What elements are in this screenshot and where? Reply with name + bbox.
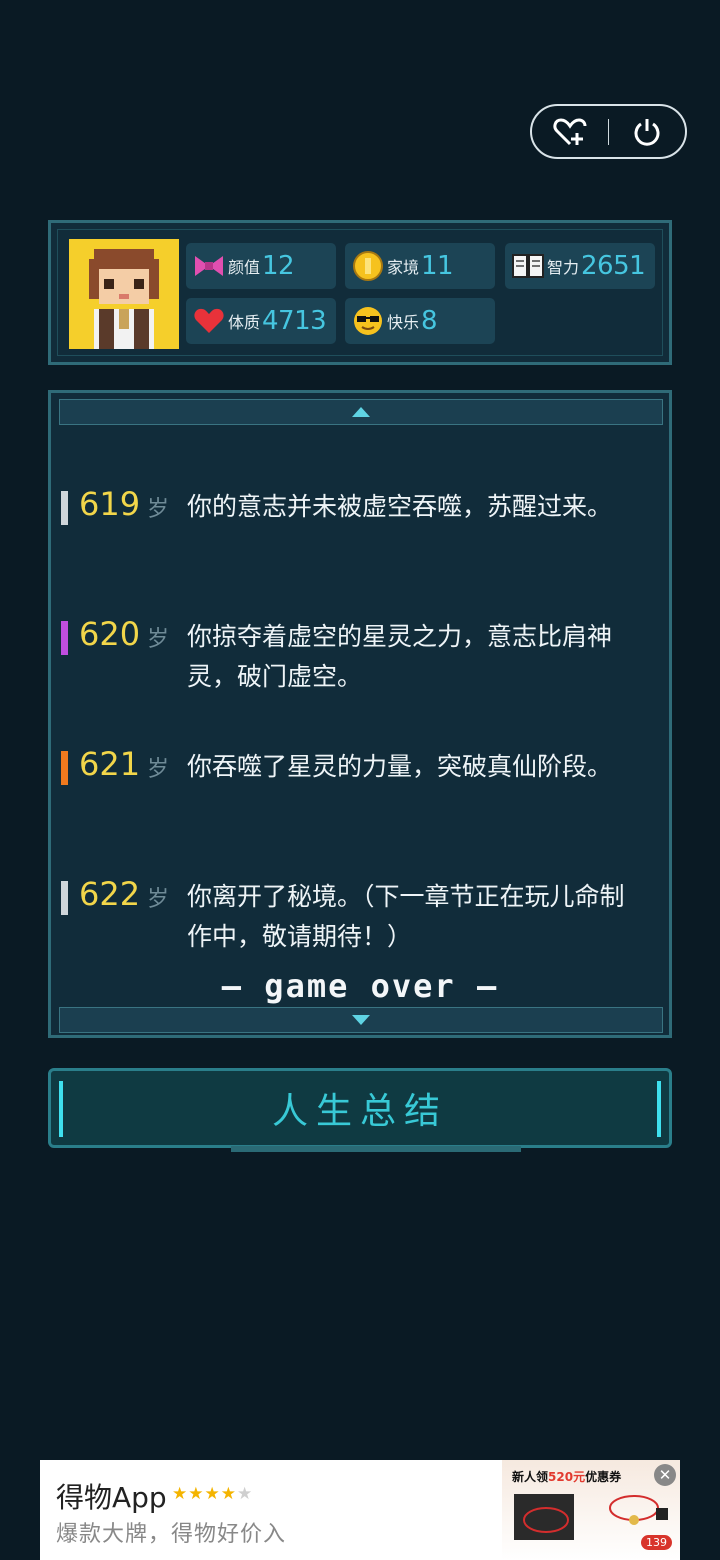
stat-family: 家境 11 xyxy=(345,243,495,289)
promo-prefix: 新人领 xyxy=(512,1470,549,1484)
stat-physique: 体质 4713 xyxy=(186,298,336,344)
entry-age-unit: 岁 xyxy=(147,757,170,782)
button-base xyxy=(231,1146,521,1152)
button-edge xyxy=(59,1081,63,1137)
arrow-up-icon xyxy=(352,407,370,417)
bow-icon xyxy=(192,249,226,283)
entry-age-unit: 岁 xyxy=(147,627,170,652)
entry-age: 622 xyxy=(79,875,141,913)
button-edge xyxy=(657,1081,661,1137)
promo-highlight: 520元 xyxy=(548,1470,586,1484)
stat-label: 智力 xyxy=(547,258,580,277)
star-icon: ★ xyxy=(204,1484,221,1504)
ad-subtitle: 爆款大牌，得物好价入 xyxy=(56,1522,287,1547)
star-icon: ★ xyxy=(172,1484,189,1504)
promo-suffix: 优惠券 xyxy=(585,1470,622,1484)
close-ad-icon[interactable]: ✕ xyxy=(654,1464,676,1486)
ad-promo-text: 新人领520元优惠券 xyxy=(512,1468,621,1485)
scroll-down-button[interactable] xyxy=(59,1007,663,1033)
arrow-down-icon xyxy=(352,1015,370,1025)
entry-marker xyxy=(61,491,68,525)
power-icon xyxy=(634,118,660,146)
entry-age: 619 xyxy=(79,485,141,523)
heart-plus-icon xyxy=(553,117,587,145)
entry-text: 你吞噬了星灵的力量，突破真仙阶段。 xyxy=(187,752,613,781)
stat-value: 11 xyxy=(421,251,454,281)
entry-marker xyxy=(61,751,68,785)
stat-value: 8 xyxy=(421,306,438,336)
stat-label: 颜值 xyxy=(228,258,261,277)
stat-label: 体质 xyxy=(228,313,261,332)
stat-label: 家境 xyxy=(387,258,420,277)
entry-marker xyxy=(61,621,68,655)
stat-value: 4713 xyxy=(262,306,327,336)
entry-age-unit: 岁 xyxy=(147,497,170,522)
attributes-panel: 颜值 12 家境 11 智力 2651 体质 4713 快乐 8 xyxy=(48,220,672,365)
stat-appearance: 颜值 12 xyxy=(186,243,336,289)
star-icon: ★ xyxy=(220,1484,237,1504)
ad-image[interactable]: 新人领520元优惠券 ✕ 139 xyxy=(502,1460,680,1560)
entry-text: 你的意志并未被虚空吞噬，苏醒过来。 xyxy=(187,492,613,521)
stat-happiness: 快乐 8 xyxy=(345,298,495,344)
book-icon xyxy=(511,249,545,283)
entry-text: 你掠夺着虚空的星灵之力，意志比肩神灵，破门虚空。 xyxy=(187,622,613,691)
stat-intelligence: 智力 2651 xyxy=(505,243,655,289)
life-summary-label: 人生总结 xyxy=(271,1091,448,1132)
entry-marker xyxy=(61,881,68,915)
sunglasses-icon xyxy=(351,304,385,338)
power-button[interactable] xyxy=(609,106,685,157)
ad-banner[interactable]: 得物App ★★★★★ 爆款大牌，得物好价入 新人领520元优惠券 ✕ 139 xyxy=(40,1460,680,1560)
scroll-up-button[interactable] xyxy=(59,399,663,425)
favorite-button[interactable] xyxy=(532,106,608,157)
entry-text: 你离开了秘境。（下一章节正在玩儿命制作中，敬请期待！） xyxy=(187,882,625,951)
stat-value: 12 xyxy=(262,251,295,281)
entry-age: 620 xyxy=(79,615,141,653)
avatar xyxy=(69,239,179,349)
game-over-text: — game over — xyxy=(221,967,499,1005)
star-empty-icon: ★ xyxy=(237,1484,254,1504)
ad-rating: ★★★★★ xyxy=(172,1484,253,1504)
ad-title[interactable]: 得物App xyxy=(56,1476,167,1516)
stat-label: 快乐 xyxy=(387,313,420,332)
top-controls xyxy=(530,104,687,159)
entry-age-unit: 岁 xyxy=(147,887,170,912)
star-icon: ★ xyxy=(188,1484,205,1504)
coin-icon xyxy=(351,249,385,283)
life-summary-button[interactable]: 人生总结 xyxy=(48,1068,672,1152)
life-log-panel[interactable]: 619 岁 你的意志并未被虚空吞噬，苏醒过来。 620 岁 你掠夺着虚空的星灵之… xyxy=(48,390,672,1038)
stat-value: 2651 xyxy=(581,251,646,281)
ad-price: 139 xyxy=(641,1535,672,1550)
entry-age: 621 xyxy=(79,745,141,783)
heart-icon xyxy=(192,304,226,338)
